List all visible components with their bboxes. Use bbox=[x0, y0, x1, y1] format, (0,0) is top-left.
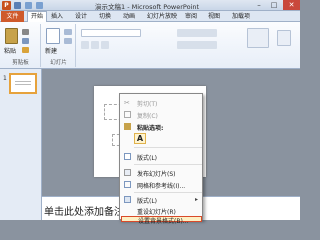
new-slide-icon bbox=[124, 153, 131, 160]
new-slide-icon[interactable] bbox=[46, 28, 60, 44]
menu-separator bbox=[134, 147, 202, 148]
notes-placeholder[interactable]: 单击此处添加备注 bbox=[44, 203, 124, 218]
tab-animations[interactable]: 动画 bbox=[123, 12, 135, 22]
menu-item-cut-label: 剪切(T) bbox=[137, 101, 158, 108]
copy-icon[interactable] bbox=[22, 38, 29, 44]
layout-icon[interactable] bbox=[64, 29, 72, 35]
clipboard-group-label: 剪贴板 bbox=[12, 60, 29, 66]
menu-separator bbox=[134, 164, 202, 165]
scissors-icon: ✂ bbox=[124, 99, 130, 107]
cut-icon[interactable] bbox=[22, 29, 29, 35]
menu-item-format-background[interactable]: 设置背景格式(B)... bbox=[121, 216, 202, 225]
powerpoint-logo-icon: P bbox=[2, 1, 11, 10]
slide-thumbnail-pane: 1 bbox=[0, 69, 42, 220]
tab-design[interactable]: 设计 bbox=[75, 12, 87, 22]
slides-group-label: 幻灯片 bbox=[50, 60, 67, 66]
maximize-button[interactable]: □ bbox=[267, 0, 281, 10]
slide-thumbnail[interactable] bbox=[9, 73, 37, 94]
slides-group: 新建 幻灯片 bbox=[42, 24, 76, 67]
reset-icon[interactable] bbox=[64, 38, 72, 44]
submenu-arrow-icon: ▸ bbox=[194, 196, 198, 203]
underline-icon[interactable] bbox=[101, 41, 109, 49]
menu-item-publish[interactable]: 发布幻灯片(S) bbox=[121, 167, 202, 178]
alignment-icons[interactable] bbox=[177, 41, 217, 49]
menu-item-format-background-label: 设置背景格式(B)... bbox=[138, 218, 189, 225]
bold-icon[interactable] bbox=[81, 41, 89, 49]
redo-icon[interactable] bbox=[35, 2, 43, 9]
menu-item-reset-slide-label: 重设幻灯片(R) bbox=[137, 209, 176, 216]
paste-icon[interactable] bbox=[5, 28, 18, 44]
paste-keep-text-only-button[interactable]: A bbox=[134, 133, 146, 144]
menu-item-grid-guides[interactable]: 网格和参考线(I)... bbox=[121, 179, 202, 190]
menu-item-layout[interactable]: 版式(L) ▸ bbox=[121, 194, 202, 205]
context-menu: ✂ 剪切(T) 复制(C) 粘贴选项: A 版式(L) 发布幻灯片(S) 网格和… bbox=[119, 93, 203, 225]
menu-item-paste-options: 粘贴选项: bbox=[121, 121, 202, 132]
find-icon[interactable] bbox=[277, 30, 291, 46]
font-paragraph-group bbox=[77, 24, 300, 67]
layout-icon bbox=[124, 196, 131, 203]
quick-access-toolbar bbox=[13, 1, 44, 10]
minimize-button[interactable]: – bbox=[252, 0, 266, 10]
tab-home[interactable]: 开始 bbox=[27, 11, 48, 22]
clipboard-icon bbox=[124, 123, 131, 130]
menu-item-grid-guides-label: 网格和参考线(I)... bbox=[137, 183, 186, 190]
tab-transitions[interactable]: 切换 bbox=[99, 12, 111, 22]
grid-icon bbox=[124, 181, 131, 188]
menu-separator bbox=[134, 192, 202, 193]
menu-item-copy-label: 复制(C) bbox=[137, 113, 158, 120]
italic-icon[interactable] bbox=[91, 41, 99, 49]
window-title: 演示文稿1 - Microsoft PowerPoint bbox=[95, 3, 200, 11]
tab-review[interactable]: 审阅 bbox=[185, 12, 197, 22]
tab-slideshow[interactable]: 幻灯片放映 bbox=[147, 12, 177, 22]
menu-item-paste-options-label: 粘贴选项: bbox=[137, 125, 164, 132]
paste-label[interactable]: 粘贴 bbox=[4, 46, 16, 55]
menu-item-reset-slide[interactable]: 重设幻灯片(R) bbox=[121, 205, 202, 216]
thumbnail-placeholder-lines bbox=[15, 81, 31, 86]
tab-addins[interactable]: 加载项 bbox=[232, 12, 250, 22]
menu-item-new-slide-label: 版式(L) bbox=[137, 155, 158, 162]
reset-icon bbox=[124, 207, 131, 214]
undo-icon[interactable] bbox=[24, 2, 32, 9]
menu-item-copy[interactable]: 复制(C) bbox=[121, 109, 202, 120]
ribbon-tab-bar: 文件 开始 插入 设计 切换 动画 幻灯片放映 审阅 视图 加载项 bbox=[0, 11, 300, 22]
menu-item-new-slide[interactable]: 版式(L) bbox=[121, 151, 202, 162]
menu-item-layout-label: 版式(L) bbox=[137, 198, 158, 205]
clipboard-group: 粘贴 剪贴板 bbox=[1, 24, 41, 67]
paragraph-icons[interactable] bbox=[177, 29, 217, 37]
copy-icon bbox=[124, 111, 131, 118]
slide-number: 1 bbox=[3, 75, 7, 82]
close-button[interactable]: ✕ bbox=[283, 0, 300, 10]
tab-file[interactable]: 文件 bbox=[1, 11, 24, 22]
new-slide-label[interactable]: 新建 bbox=[45, 46, 57, 55]
font-name-box[interactable] bbox=[81, 29, 141, 37]
ribbon: 粘贴 剪贴板 新建 幻灯片 bbox=[0, 22, 300, 69]
publish-icon bbox=[124, 169, 131, 176]
title-bar: P 演示文稿1 - Microsoft PowerPoint – □ ✕ bbox=[0, 0, 300, 11]
tab-insert[interactable]: 插入 bbox=[51, 12, 63, 22]
format-painter-icon[interactable] bbox=[22, 47, 29, 53]
save-icon[interactable] bbox=[14, 2, 21, 9]
shapes-gallery[interactable] bbox=[247, 28, 269, 48]
tab-view[interactable]: 视图 bbox=[208, 12, 220, 22]
menu-item-cut[interactable]: ✂ 剪切(T) bbox=[121, 97, 202, 108]
menu-item-publish-label: 发布幻灯片(S) bbox=[137, 171, 176, 178]
